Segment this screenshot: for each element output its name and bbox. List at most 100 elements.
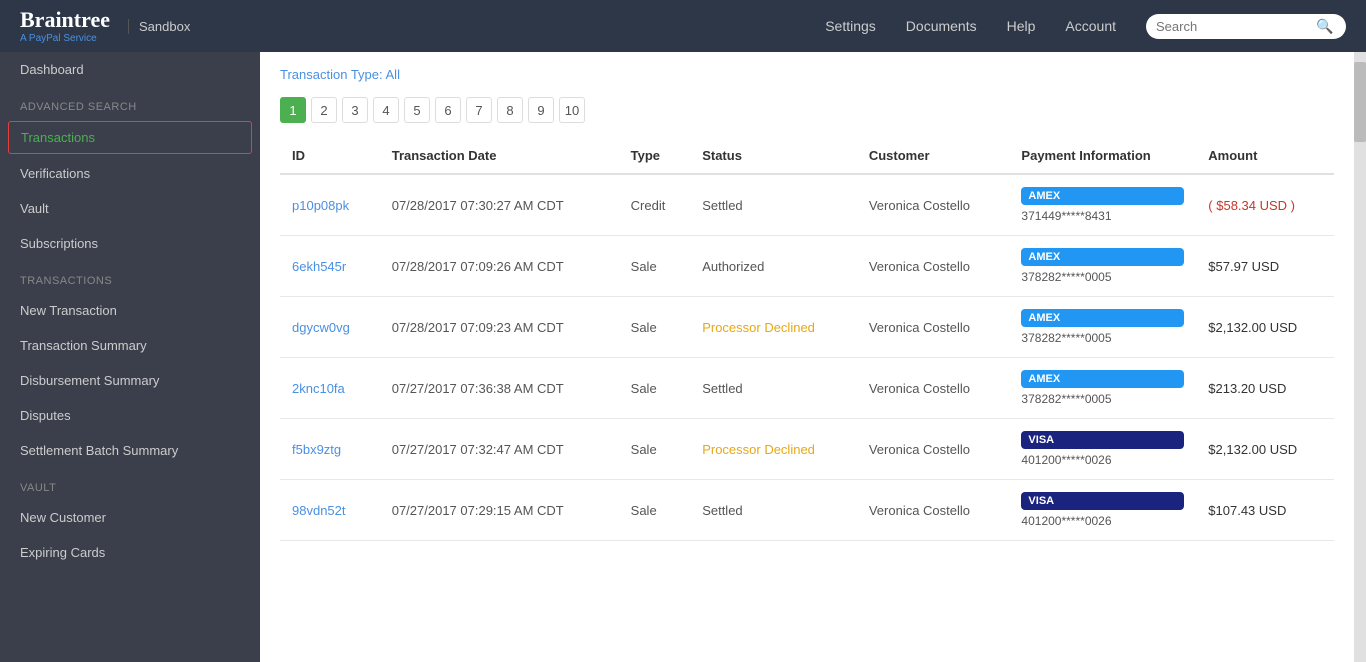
transaction-link[interactable]: f5bx9ztg: [292, 442, 341, 457]
card-number: 378282*****0005: [1021, 331, 1184, 345]
cell-payment: VISA 401200*****0026: [1009, 480, 1196, 541]
cell-payment: AMEX 378282*****0005: [1009, 236, 1196, 297]
logo-text: Braintree: [20, 7, 110, 33]
cell-id: 6ekh545r: [280, 236, 380, 297]
cell-date: 07/28/2017 07:09:23 AM CDT: [380, 297, 619, 358]
cell-type: Sale: [619, 419, 691, 480]
cell-payment: AMEX 378282*****0005: [1009, 297, 1196, 358]
filter-value: All: [386, 67, 400, 82]
cell-status: Processor Declined: [690, 297, 857, 358]
cell-customer: Veronica Costello: [857, 419, 1010, 480]
card-type-badge: AMEX: [1021, 309, 1184, 327]
table-row: 6ekh545r 07/28/2017 07:09:26 AM CDT Sale…: [280, 236, 1334, 297]
card-type-badge: AMEX: [1021, 370, 1184, 388]
card-number: 378282*****0005: [1021, 392, 1184, 406]
sidebar-section-advanced-search: Advanced Search: [0, 87, 260, 119]
page-btn-8[interactable]: 8: [497, 97, 523, 123]
sidebar-item-transactions[interactable]: Transactions: [8, 121, 252, 154]
table-row: f5bx9ztg 07/27/2017 07:32:47 AM CDT Sale…: [280, 419, 1334, 480]
cell-date: 07/27/2017 07:29:15 AM CDT: [380, 480, 619, 541]
sidebar-item-settlement-batch-summary[interactable]: Settlement Batch Summary: [0, 433, 260, 468]
sidebar-item-subscriptions[interactable]: Subscriptions: [0, 226, 260, 261]
cell-amount: $107.43 USD: [1196, 480, 1334, 541]
cell-amount: $2,132.00 USD: [1196, 419, 1334, 480]
cell-payment: VISA 401200*****0026: [1009, 419, 1196, 480]
table-row: p10p08pk 07/28/2017 07:30:27 AM CDT Cred…: [280, 174, 1334, 236]
page-btn-10[interactable]: 10: [559, 97, 585, 123]
sidebar-item-verifications[interactable]: Verifications: [0, 156, 260, 191]
sidebar-section-vault: Vault: [0, 468, 260, 500]
cell-payment: AMEX 378282*****0005: [1009, 358, 1196, 419]
nav-help[interactable]: Help: [1007, 18, 1036, 34]
cell-amount: $213.20 USD: [1196, 358, 1334, 419]
cell-type: Sale: [619, 480, 691, 541]
cell-customer: Veronica Costello: [857, 358, 1010, 419]
sidebar-item-vault[interactable]: Vault: [0, 191, 260, 226]
cell-id: f5bx9ztg: [280, 419, 380, 480]
header: Braintree A PayPal Service Sandbox Setti…: [0, 0, 1366, 52]
cell-payment: AMEX 371449*****8431: [1009, 174, 1196, 236]
page-btn-7[interactable]: 7: [466, 97, 492, 123]
col-id: ID: [280, 138, 380, 174]
cell-id: 2knc10fa: [280, 358, 380, 419]
page-btn-3[interactable]: 3: [342, 97, 368, 123]
cell-status: Processor Declined: [690, 419, 857, 480]
sidebar-item-new-customer[interactable]: New Customer: [0, 500, 260, 535]
search-button[interactable]: 🔍: [1316, 18, 1333, 35]
sidebar-item-dashboard[interactable]: Dashboard: [0, 52, 260, 87]
col-payment: Payment Information: [1009, 138, 1196, 174]
cell-amount: ( $58.34 USD ): [1196, 174, 1334, 236]
transaction-link[interactable]: dgycw0vg: [292, 320, 350, 335]
cell-status: Settled: [690, 174, 857, 236]
transaction-link[interactable]: 2knc10fa: [292, 381, 345, 396]
pagination: 1 2 3 4 5 6 7 8 9 10: [280, 97, 1334, 123]
logo-sub: A PayPal Service: [20, 33, 110, 45]
cell-customer: Veronica Costello: [857, 480, 1010, 541]
main-layout: Dashboard Advanced Search Transactions V…: [0, 52, 1366, 662]
nav-settings[interactable]: Settings: [825, 18, 876, 34]
cell-date: 07/27/2017 07:36:38 AM CDT: [380, 358, 619, 419]
table-row: 98vdn52t 07/27/2017 07:29:15 AM CDT Sale…: [280, 480, 1334, 541]
nav-account[interactable]: Account: [1065, 18, 1116, 34]
content-area: Transaction Type: All 1 2 3 4 5 6 7 8 9 …: [260, 52, 1354, 662]
sandbox-badge: Sandbox: [128, 19, 190, 34]
scrollbar-thumb[interactable]: [1354, 62, 1366, 142]
cell-id: dgycw0vg: [280, 297, 380, 358]
card-type-badge: VISA: [1021, 492, 1184, 510]
sidebar-item-disputes[interactable]: Disputes: [0, 398, 260, 433]
logo: Braintree A PayPal Service Sandbox: [20, 7, 190, 45]
page-btn-5[interactable]: 5: [404, 97, 430, 123]
cell-customer: Veronica Costello: [857, 174, 1010, 236]
card-type-badge: AMEX: [1021, 187, 1184, 205]
page-btn-2[interactable]: 2: [311, 97, 337, 123]
page-btn-6[interactable]: 6: [435, 97, 461, 123]
sidebar-item-transaction-summary[interactable]: Transaction Summary: [0, 328, 260, 363]
page-btn-1[interactable]: 1: [280, 97, 306, 123]
search-input[interactable]: [1156, 19, 1316, 34]
sidebar-item-expiring-cards[interactable]: Expiring Cards: [0, 535, 260, 570]
cell-type: Credit: [619, 174, 691, 236]
scrollbar-track[interactable]: [1354, 52, 1366, 662]
col-date: Transaction Date: [380, 138, 619, 174]
transaction-link[interactable]: 6ekh545r: [292, 259, 346, 274]
search-container: 🔍: [1146, 14, 1346, 39]
cell-id: 98vdn52t: [280, 480, 380, 541]
transactions-table: ID Transaction Date Type Status Customer…: [280, 138, 1334, 541]
card-type-badge: VISA: [1021, 431, 1184, 449]
cell-type: Sale: [619, 236, 691, 297]
sidebar-item-disbursement-summary[interactable]: Disbursement Summary: [0, 363, 260, 398]
nav-documents[interactable]: Documents: [906, 18, 977, 34]
filter-bar: Transaction Type: All: [280, 67, 1334, 82]
cell-status: Authorized: [690, 236, 857, 297]
sidebar-item-new-transaction[interactable]: New Transaction: [0, 293, 260, 328]
page-btn-4[interactable]: 4: [373, 97, 399, 123]
cell-date: 07/28/2017 07:30:27 AM CDT: [380, 174, 619, 236]
sidebar-section-transactions: Transactions: [0, 261, 260, 293]
cell-amount: $2,132.00 USD: [1196, 297, 1334, 358]
col-status: Status: [690, 138, 857, 174]
transaction-link[interactable]: 98vdn52t: [292, 503, 346, 518]
cell-amount: $57.97 USD: [1196, 236, 1334, 297]
transaction-link[interactable]: p10p08pk: [292, 198, 349, 213]
page-btn-9[interactable]: 9: [528, 97, 554, 123]
cell-type: Sale: [619, 297, 691, 358]
